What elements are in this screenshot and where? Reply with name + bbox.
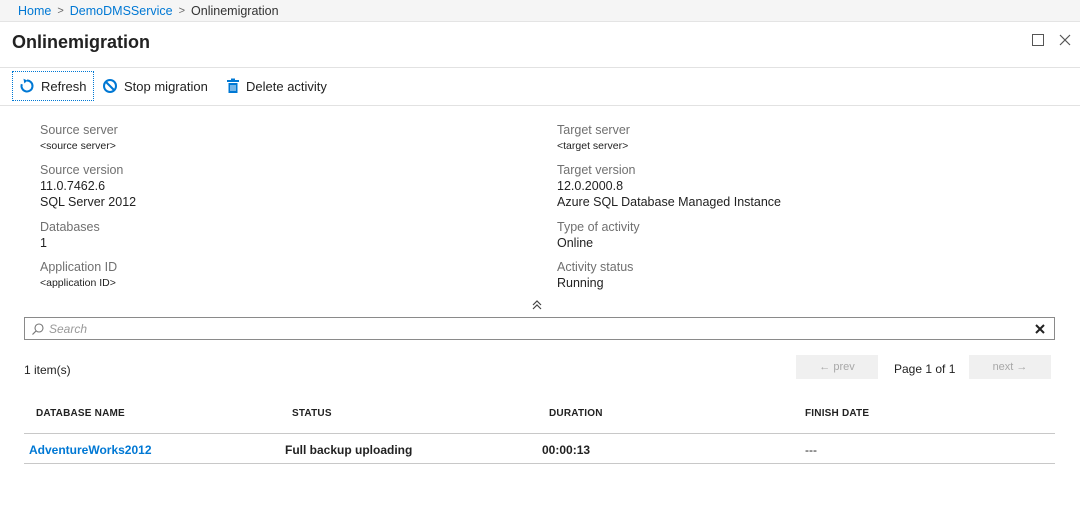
prop-value: Running — [557, 276, 604, 290]
database-name-link[interactable]: AdventureWorks2012 — [29, 443, 152, 457]
next-page-button[interactable]: next → — [969, 355, 1051, 379]
prop-value-secondary: SQL Server 2012 — [40, 195, 137, 209]
activity-status-prop: Activity status Running — [557, 259, 633, 291]
prop-value: <target server> — [557, 140, 629, 152]
close-icon — [1035, 323, 1045, 334]
databases-prop: Databases 1 — [40, 219, 100, 251]
page-info: Page 1 of 1 — [894, 362, 956, 376]
prop-label: Source server — [40, 123, 118, 137]
essentials-panel: Source server <source server> Source ver… — [0, 106, 1080, 316]
chevron-right-icon: > — [57, 4, 64, 17]
breadcrumb: Home > DemoDMSService > Onlinemigration — [0, 0, 1080, 22]
column-header-finish-date[interactable]: FINISH DATE — [805, 408, 869, 419]
search-icon — [32, 322, 44, 335]
source-server-prop: Source server <source server> — [40, 122, 118, 154]
column-header-status[interactable]: STATUS — [292, 408, 332, 419]
activity-type-prop: Type of activity Online — [557, 219, 640, 251]
prev-page-button[interactable]: ← prev — [796, 355, 878, 379]
duration-cell: 00:00:13 — [542, 443, 591, 457]
breadcrumb-home[interactable]: Home — [18, 4, 51, 18]
status-cell: Full backup uploading — [285, 443, 413, 457]
prop-value: 12.0.2000.8 — [557, 179, 624, 193]
column-header-duration[interactable]: DURATION — [549, 408, 603, 419]
prop-value: Online — [557, 236, 594, 250]
close-button[interactable] — [1055, 30, 1075, 50]
target-version-prop: Target version 12.0.2000.8 Azure SQL Dat… — [557, 162, 781, 210]
item-count: 1 item(s) — [24, 363, 71, 377]
column-header-database-name[interactable]: DATABASE NAME — [36, 408, 125, 419]
breadcrumb-service[interactable]: DemoDMSService — [70, 4, 173, 18]
prop-label: Application ID — [40, 260, 118, 274]
prop-value-secondary: Azure SQL Database Managed Instance — [557, 195, 781, 209]
refresh-icon — [20, 78, 34, 93]
maximize-icon — [1032, 34, 1044, 46]
prop-label: Activity status — [557, 260, 634, 274]
breadcrumb-current: Onlinemigration — [191, 3, 279, 18]
search-input[interactable] — [45, 318, 1030, 339]
page-title: Onlinemigration — [12, 32, 151, 52]
prop-label: Source version — [40, 163, 124, 177]
prop-label: Target server — [557, 123, 630, 137]
table-header-row: DATABASE NAME STATUS DURATION FINISH DAT… — [24, 400, 1055, 434]
prop-label: Target version — [557, 163, 636, 177]
table-row[interactable]: AdventureWorks2012 Full backup uploading… — [24, 434, 1055, 464]
source-version-prop: Source version 11.0.7462.6 SQL Server 20… — [40, 162, 136, 210]
stop-migration-button[interactable]: Stop migration — [96, 71, 214, 101]
target-server-prop: Target server <target server> — [557, 122, 630, 154]
chevron-right-icon: > — [178, 4, 186, 17]
prop-value: 11.0.7462.6 — [40, 179, 106, 193]
application-id-prop: Application ID <application ID> — [40, 259, 117, 291]
close-icon — [1059, 34, 1071, 46]
refresh-button[interactable]: Refresh — [12, 71, 94, 101]
collapse-essentials-icon[interactable] — [530, 298, 544, 312]
search-box — [24, 317, 1055, 340]
trash-icon — [227, 78, 239, 93]
prop-value: 1 — [40, 236, 47, 250]
finish-date-cell: --- — [805, 443, 817, 457]
prop-label: Databases — [40, 220, 100, 234]
maximize-button[interactable] — [1028, 30, 1048, 50]
refresh-label: Refresh — [41, 78, 87, 94]
stop-migration-label: Stop migration — [124, 78, 208, 94]
clear-search-button[interactable] — [1030, 319, 1050, 339]
title-bar: Onlinemigration — [0, 22, 1080, 68]
prop-label: Type of activity — [557, 220, 640, 234]
command-bar: Refresh Stop migration Delete activity — [0, 68, 1080, 106]
prop-value: <source server> — [40, 140, 116, 152]
delete-activity-label: Delete activity — [246, 78, 327, 94]
delete-activity-button[interactable]: Delete activity — [220, 71, 333, 101]
stop-icon — [103, 79, 117, 93]
prop-value: <application ID> — [40, 277, 116, 289]
